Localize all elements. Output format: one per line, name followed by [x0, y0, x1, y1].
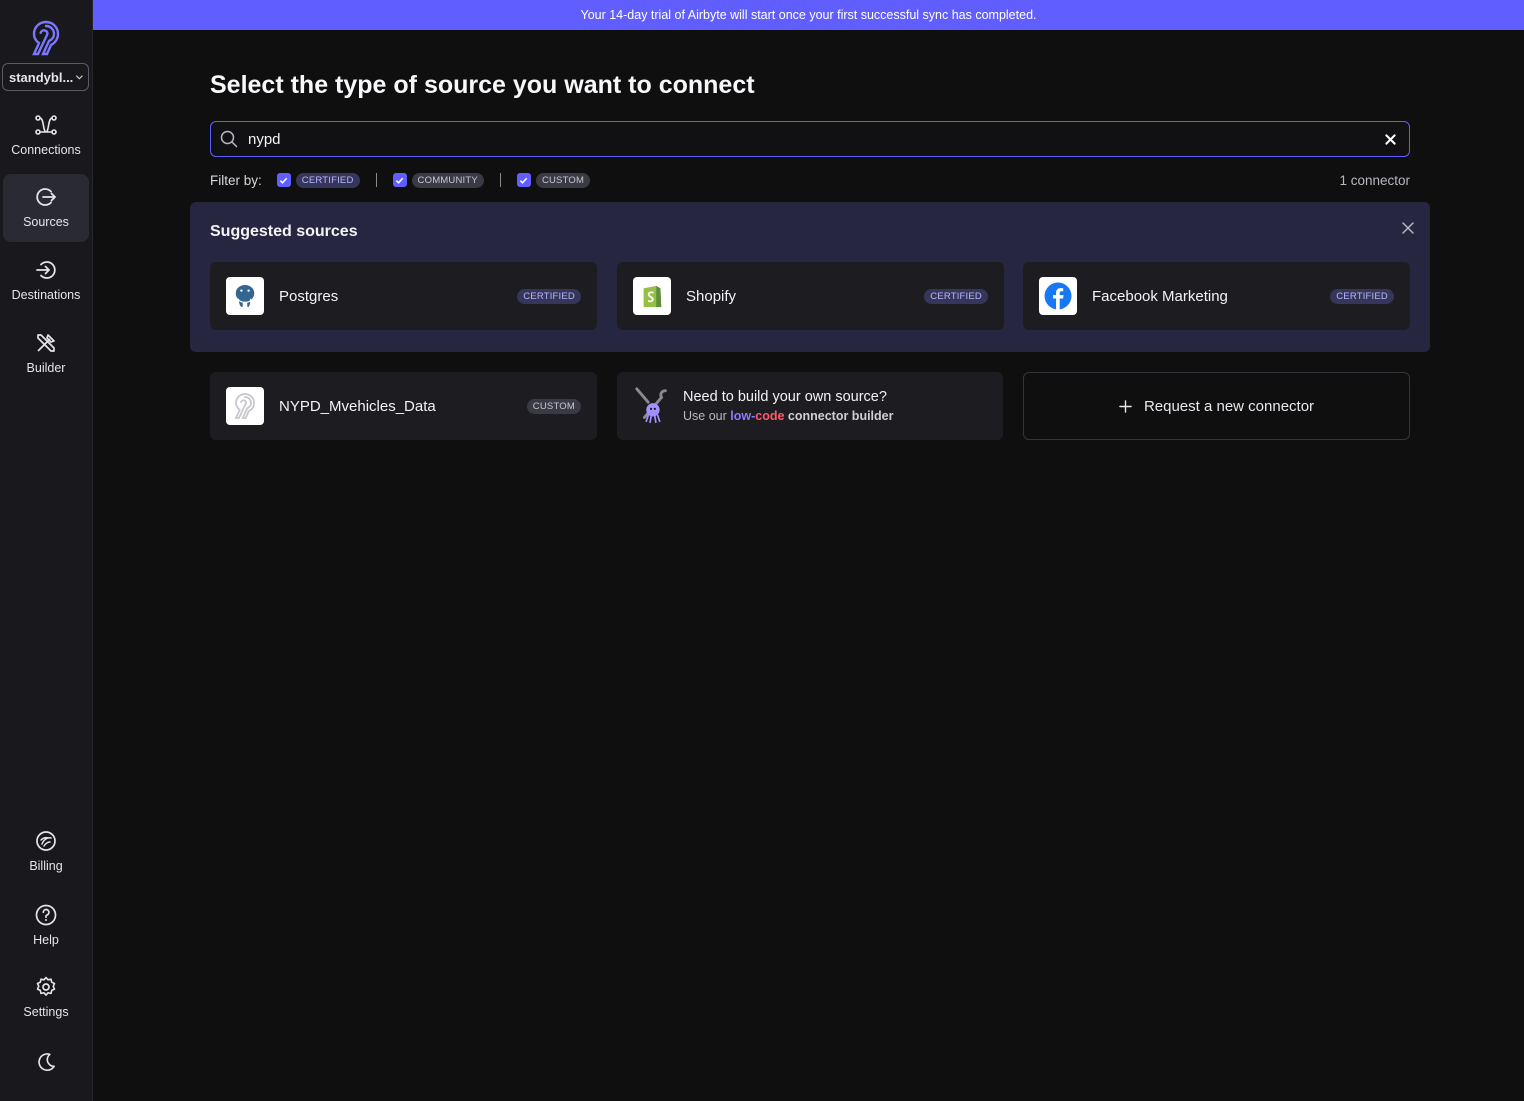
nav-help[interactable]: Help — [3, 892, 89, 960]
connector-builder-card[interactable]: Need to build your own source? Use our l… — [617, 372, 1003, 440]
check-icon — [280, 177, 288, 184]
sources-icon — [36, 188, 57, 206]
builder-sub-suffix: connector builder — [784, 409, 894, 423]
filter-certified-checkbox[interactable] — [276, 173, 291, 187]
filter-separator — [375, 173, 377, 187]
theme-toggle[interactable] — [3, 1040, 89, 1080]
plus-icon — [1119, 399, 1132, 413]
filter-custom-tag: CUSTOM — [535, 172, 591, 188]
source-card-facebook-marketing[interactable]: Facebook Marketing CERTIFIED — [1023, 262, 1410, 330]
source-card-postgres[interactable]: Postgres CERTIFIED — [210, 262, 597, 330]
suggested-sources-panel: Suggested sources Postgres CERTIFIED Sho… — [190, 202, 1430, 352]
airbyte-icon — [226, 387, 264, 425]
filter-custom-checkbox[interactable] — [516, 173, 531, 187]
nav-settings[interactable]: Settings — [3, 964, 89, 1032]
nav-label: Connections — [11, 143, 81, 157]
nav-label: Help — [33, 933, 59, 947]
page-title: Select the type of source you want to co… — [210, 71, 755, 99]
source-name: NYPD_Mvehicles_Data — [279, 397, 436, 415]
filter-community-tag: COMMUNITY — [411, 172, 484, 188]
trial-banner: Your 14-day trial of Airbyte will start … — [93, 0, 1524, 30]
filter-separator — [499, 173, 501, 187]
builder-card-subtitle: Use our low-code connector builder — [683, 409, 893, 423]
certified-badge: CERTIFIED — [924, 288, 988, 304]
filter-certified-tag: CERTIFIED — [295, 172, 360, 188]
help-icon — [35, 904, 57, 926]
nav-label: Destinations — [11, 288, 81, 302]
source-name: Postgres — [279, 287, 339, 305]
chevron-down-icon — [76, 75, 84, 80]
source-name: Shopify — [686, 287, 737, 305]
nav-label: Builder — [26, 361, 66, 375]
nav-label: Billing — [29, 859, 63, 873]
gear-icon — [36, 976, 56, 996]
nav-connections[interactable]: Connections — [3, 102, 89, 170]
connections-icon — [35, 115, 57, 135]
nav-destinations[interactable]: Destinations — [3, 247, 89, 315]
check-icon — [395, 177, 404, 184]
facebook-icon — [1039, 277, 1077, 315]
filter-row: Filter by: CERTIFIED COMMUNITY CUSTOM 1 … — [210, 171, 1410, 189]
billing-icon — [36, 831, 56, 851]
search-input[interactable] — [248, 130, 1379, 148]
nav-billing[interactable]: Billing — [3, 818, 89, 886]
certified-badge: CERTIFIED — [517, 288, 581, 304]
source-card-nypd-mvehicles-data[interactable]: NYPD_Mvehicles_Data CUSTOM — [210, 372, 597, 440]
connector-count: 1 connector — [1339, 172, 1410, 188]
moon-icon — [38, 1053, 55, 1071]
close-suggested-button[interactable] — [1400, 220, 1416, 236]
workspace-name: standybl... — [9, 69, 74, 85]
check-icon — [520, 177, 528, 184]
nav-builder[interactable]: Builder — [3, 320, 89, 388]
builder-sub-prefix: Use our — [683, 409, 731, 423]
shopify-icon — [633, 277, 671, 315]
source-name: Facebook Marketing — [1092, 287, 1228, 305]
destinations-icon — [36, 261, 56, 279]
airbyte-logo-icon[interactable] — [26, 18, 66, 58]
main-content: Select the type of source you want to co… — [93, 30, 1524, 1101]
request-connector-label: Request a new connector — [1143, 397, 1315, 415]
sidebar: standybl... Connections Sources Destinat… — [0, 0, 93, 1101]
certified-badge: CERTIFIED — [1330, 288, 1394, 304]
request-new-connector-button[interactable]: Request a new connector — [1023, 372, 1410, 440]
nav-label: Settings — [23, 1005, 69, 1019]
builder-sub-low: low- — [730, 409, 756, 423]
clear-search-button[interactable] — [1379, 128, 1401, 150]
trial-banner-text: Your 14-day trial of Airbyte will start … — [580, 8, 1037, 22]
filter-label: Filter by: — [210, 172, 262, 188]
search-icon — [220, 130, 238, 148]
filter-community-checkbox[interactable] — [392, 173, 407, 187]
custom-badge: CUSTOM — [526, 398, 581, 414]
close-icon — [1384, 133, 1396, 145]
close-icon — [1402, 222, 1414, 234]
builder-sub-code: code — [755, 409, 785, 423]
nav-label: Sources — [23, 215, 69, 229]
octavia-builder-icon — [635, 387, 667, 424]
suggested-sources-title: Suggested sources — [210, 223, 358, 240]
source-card-shopify[interactable]: Shopify CERTIFIED — [617, 262, 1004, 330]
builder-icon — [37, 334, 55, 352]
workspace-selector[interactable]: standybl... — [2, 63, 89, 91]
builder-card-title: Need to build your own source? — [683, 389, 887, 405]
postgres-icon — [226, 277, 264, 315]
nav-sources[interactable]: Sources — [3, 174, 89, 242]
search-box — [210, 121, 1410, 157]
